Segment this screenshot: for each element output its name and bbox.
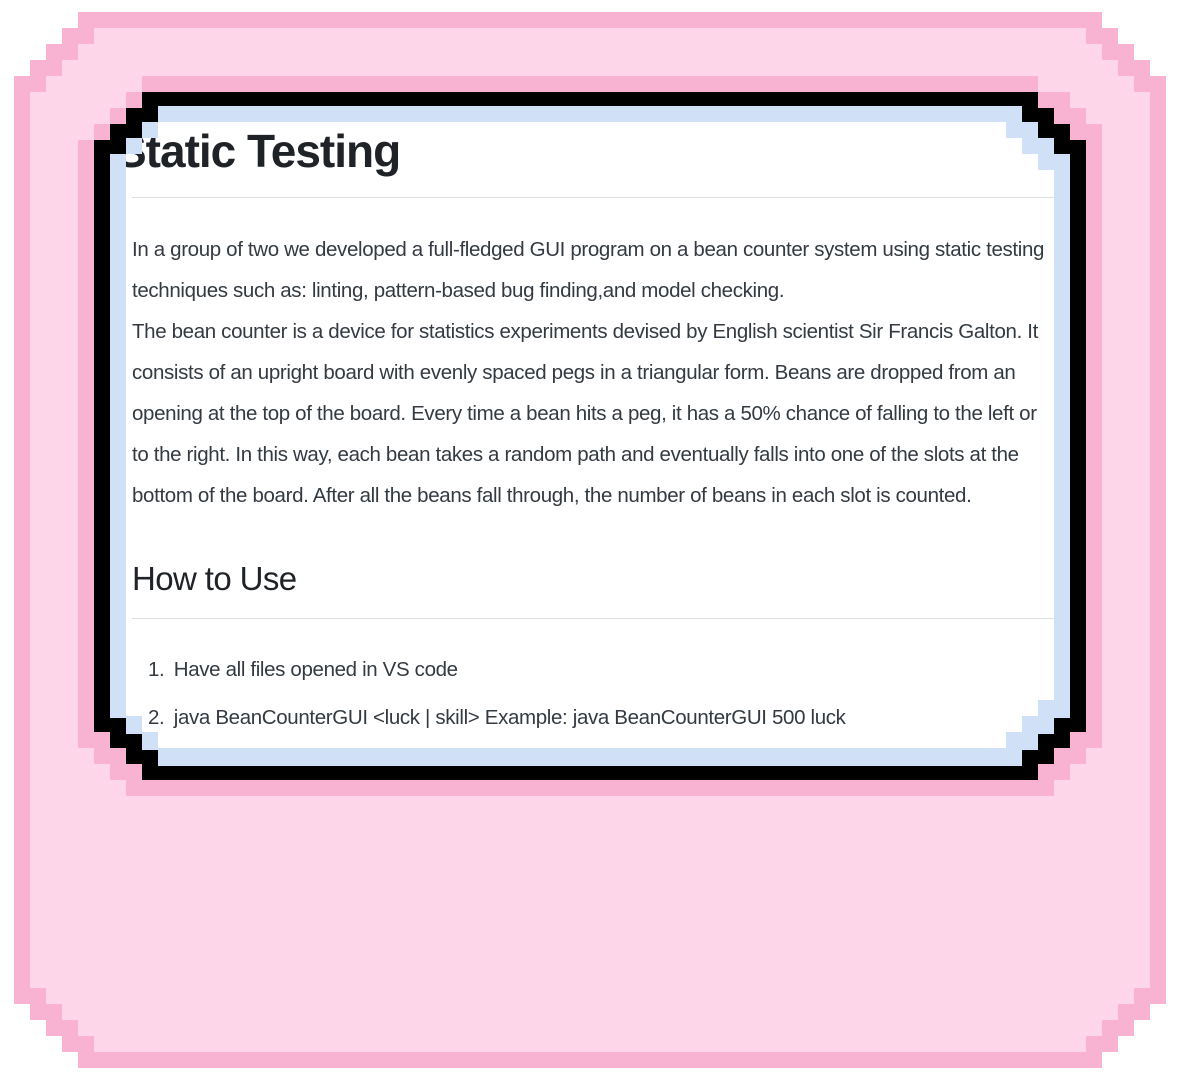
step-text: Have all files opened in VS code [173,658,458,681]
description-paragraph: The bean counter is a device for statist… [132,320,1038,507]
usage-steps-list: 1. Have all files opened in VS code 2. j… [148,649,846,745]
list-item: 2. java BeanCounterGUI <luck | skill> Ex… [148,697,846,745]
how-to-use-heading: How to Use [132,560,297,597]
section-divider [132,618,1054,619]
step-number: 1. [148,658,165,681]
pixel-window-stage: Static Testing In a group of two we deve… [0,0,1179,1080]
step-text: java BeanCounterGUI <luck | skill> Examp… [173,706,846,729]
list-item: 1. Have all files opened in VS code [148,649,846,697]
step-number: 2. [148,706,165,729]
intro-paragraph: In a group of two we developed a full-fl… [132,238,1045,302]
readme-content[interactable]: Static Testing In a group of two we deve… [126,122,1054,748]
readme-title: Static Testing [126,125,401,177]
title-divider [132,197,1054,198]
